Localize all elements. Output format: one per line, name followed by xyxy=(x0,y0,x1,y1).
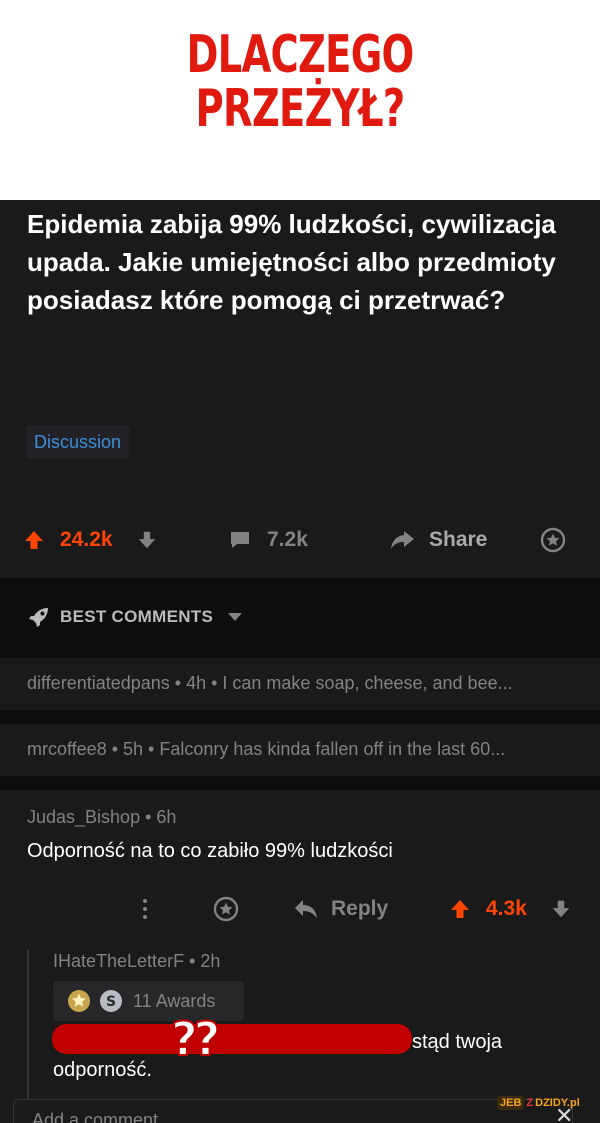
chevron-down-icon xyxy=(228,613,242,621)
censor-bar xyxy=(52,1024,412,1054)
awards-label: 11 Awards xyxy=(133,991,216,1011)
close-icon[interactable]: ✕ xyxy=(555,1103,573,1123)
more-dots-icon xyxy=(143,899,147,919)
comment-upvote-button[interactable] xyxy=(448,893,472,925)
meme-header: DLACZEGO PRZEŻYŁ? xyxy=(0,0,600,200)
downvote-arrow-icon xyxy=(138,531,156,549)
comment: Judas_Bishop • 6h Odporność na to co zab… xyxy=(0,790,600,1123)
reply-body-line1: stąd twoja xyxy=(412,1031,503,1053)
gold-award-icon xyxy=(68,990,90,1012)
post: Epidemia zabija 99% ludzkości, cywilizac… xyxy=(0,200,600,578)
sort-bar[interactable]: BEST COMMENTS xyxy=(0,578,600,658)
rocket-icon xyxy=(29,608,48,627)
svg-text:S: S xyxy=(106,994,116,1010)
comment-score: 4.3k xyxy=(486,897,527,920)
sort-label: BEST COMMENTS xyxy=(60,607,214,626)
award-button[interactable] xyxy=(540,522,566,558)
thread-line[interactable] xyxy=(27,950,29,1123)
downvote-button[interactable] xyxy=(136,522,158,558)
post-flair[interactable]: Discussion xyxy=(26,425,130,459)
silver-award-icon: S xyxy=(100,990,122,1012)
collapsed-comment[interactable]: mrcoffee8 • 5h • Falconry has kinda fall… xyxy=(0,724,600,776)
comment-bubble-icon xyxy=(231,532,249,548)
watermark-part1: JEB xyxy=(497,1096,525,1110)
comments-button[interactable]: 7.2k xyxy=(228,522,308,558)
comment-body: Odporność na to co zabiło 99% ludzkości xyxy=(27,840,393,862)
add-comment-placeholder: Add a comment xyxy=(32,1110,159,1123)
award-icon xyxy=(540,527,566,553)
divider xyxy=(0,710,600,724)
more-options-button[interactable] xyxy=(138,893,152,925)
downvote-arrow-icon xyxy=(552,900,570,918)
upvote-arrow-icon xyxy=(451,900,469,918)
reply-body-line2: odporność. xyxy=(53,1059,152,1081)
share-button[interactable]: Share xyxy=(388,522,487,558)
comments-count: 7.2k xyxy=(267,528,308,551)
meme-title: DLACZEGO PRZEŻYŁ? xyxy=(78,28,522,136)
comment-meta: Judas_Bishop • 6h xyxy=(27,807,177,827)
comment-downvote-button[interactable] xyxy=(550,893,572,925)
reply-label: Reply xyxy=(331,897,389,920)
meme-title-line1: DLACZEGO xyxy=(186,25,414,85)
add-comment-input[interactable]: Add a comment xyxy=(13,1099,573,1123)
divider xyxy=(0,776,600,790)
post-action-bar: 24.2k 7.2k Share xyxy=(0,522,600,558)
share-arrow-icon xyxy=(391,531,414,549)
collapsed-comment[interactable]: differentiatedpans • 4h • I can make soa… xyxy=(0,658,600,710)
collapsed-comment-text: mrcoffee8 • 5h • Falconry has kinda fall… xyxy=(27,739,506,759)
post-title: Epidemia zabija 99% ludzkości, cywilizac… xyxy=(27,209,556,315)
share-label: Share xyxy=(429,528,488,551)
reply-meta: IHateTheLetterF • 2h xyxy=(53,951,221,971)
reply-arrow-icon xyxy=(295,900,317,918)
meme-title-line2: PRZEŻYŁ? xyxy=(195,79,406,139)
watermark-part2: Z xyxy=(526,1097,534,1109)
upvote-count: 24.2k xyxy=(60,528,113,551)
collapsed-comment-text: differentiatedpans • 4h • I can make soa… xyxy=(27,673,513,693)
comment-award-button[interactable] xyxy=(213,893,239,925)
comment-action-bar: Reply 4.3k xyxy=(0,893,600,925)
question-marks-overlay: ?? xyxy=(170,1011,221,1067)
reply-button[interactable]: Reply xyxy=(293,893,388,925)
award-icon xyxy=(213,896,239,922)
upvote-arrow-icon xyxy=(25,531,43,549)
upvote-button[interactable] xyxy=(22,522,46,558)
